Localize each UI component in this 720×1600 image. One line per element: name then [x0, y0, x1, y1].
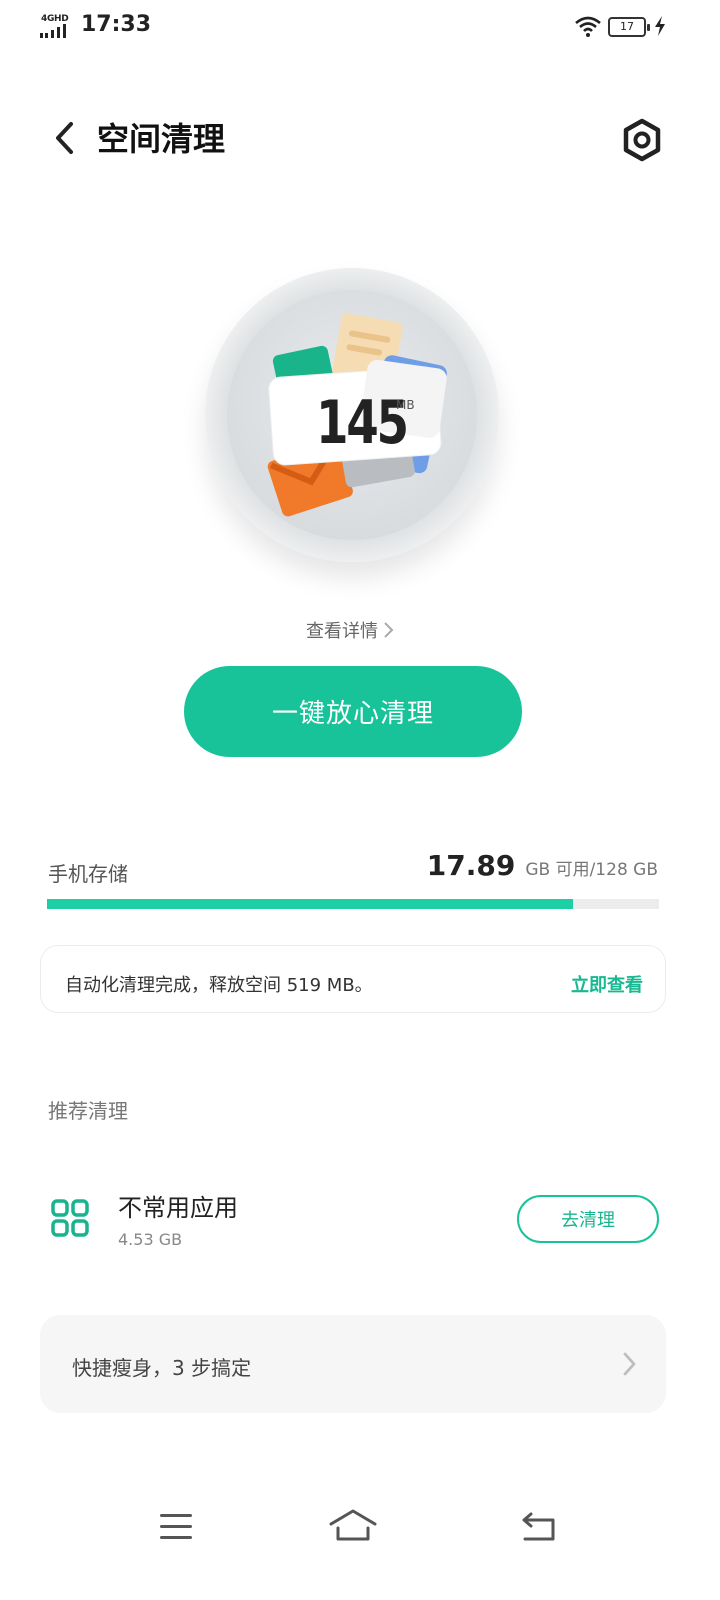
status-time: 17:33	[81, 12, 152, 37]
quick-slim-text: 快捷瘦身，3 步搞定	[72, 1356, 252, 1380]
junk-size-unit: MB	[396, 398, 415, 412]
chevron-right-icon	[623, 1352, 636, 1376]
view-details-link[interactable]: 查看详情	[306, 617, 394, 643]
page-title: 空间清理	[97, 120, 226, 158]
cellular-signal-icon: 4GHD	[40, 14, 74, 40]
wifi-icon	[574, 16, 602, 42]
notice-text: 自动化清理完成，释放空间 519 MB。	[65, 975, 373, 996]
storage-total-text: GB 可用/128 GB	[525, 860, 658, 880]
item-size: 4.53 GB	[118, 1230, 183, 1249]
status-bar: 4GHD 17:33 17	[0, 0, 720, 56]
go-clean-button[interactable]: 去清理	[517, 1195, 659, 1243]
chevron-right-icon	[384, 622, 394, 638]
item-title: 不常用应用	[118, 1194, 238, 1222]
back-icon[interactable]	[520, 1512, 558, 1546]
gear-hexagon-icon	[623, 118, 661, 162]
apps-grid-icon	[50, 1198, 90, 1238]
quick-slim-card[interactable]: 快捷瘦身，3 步搞定	[40, 1315, 666, 1413]
auto-clean-notice: 自动化清理完成，释放空间 519 MB。 立即查看	[40, 945, 666, 1013]
network-type: 4GHD	[41, 14, 69, 24]
storage-available: 17.89 GB 可用/128 GB	[427, 849, 658, 882]
settings-button[interactable]	[619, 117, 665, 163]
one-key-clean-button[interactable]: 一键放心清理	[184, 666, 522, 757]
back-button[interactable]	[44, 116, 84, 160]
chevron-left-icon	[56, 122, 73, 154]
menu-icon[interactable]	[158, 1512, 194, 1546]
junk-size-value: 145	[316, 388, 409, 458]
battery-level: 17	[620, 20, 634, 33]
recommend-section-title: 推荐清理	[48, 1099, 128, 1123]
home-icon[interactable]	[328, 1507, 378, 1547]
storage-progress-bar	[47, 899, 659, 909]
storage-progress-fill	[47, 899, 574, 909]
battery-icon: 17	[608, 17, 650, 37]
storage-label: 手机存储	[48, 862, 128, 886]
charging-icon	[654, 15, 666, 41]
view-details-label: 查看详情	[306, 621, 378, 642]
storage-available-value: 17.89	[426, 849, 516, 882]
view-now-link[interactable]: 立即查看	[571, 971, 643, 997]
